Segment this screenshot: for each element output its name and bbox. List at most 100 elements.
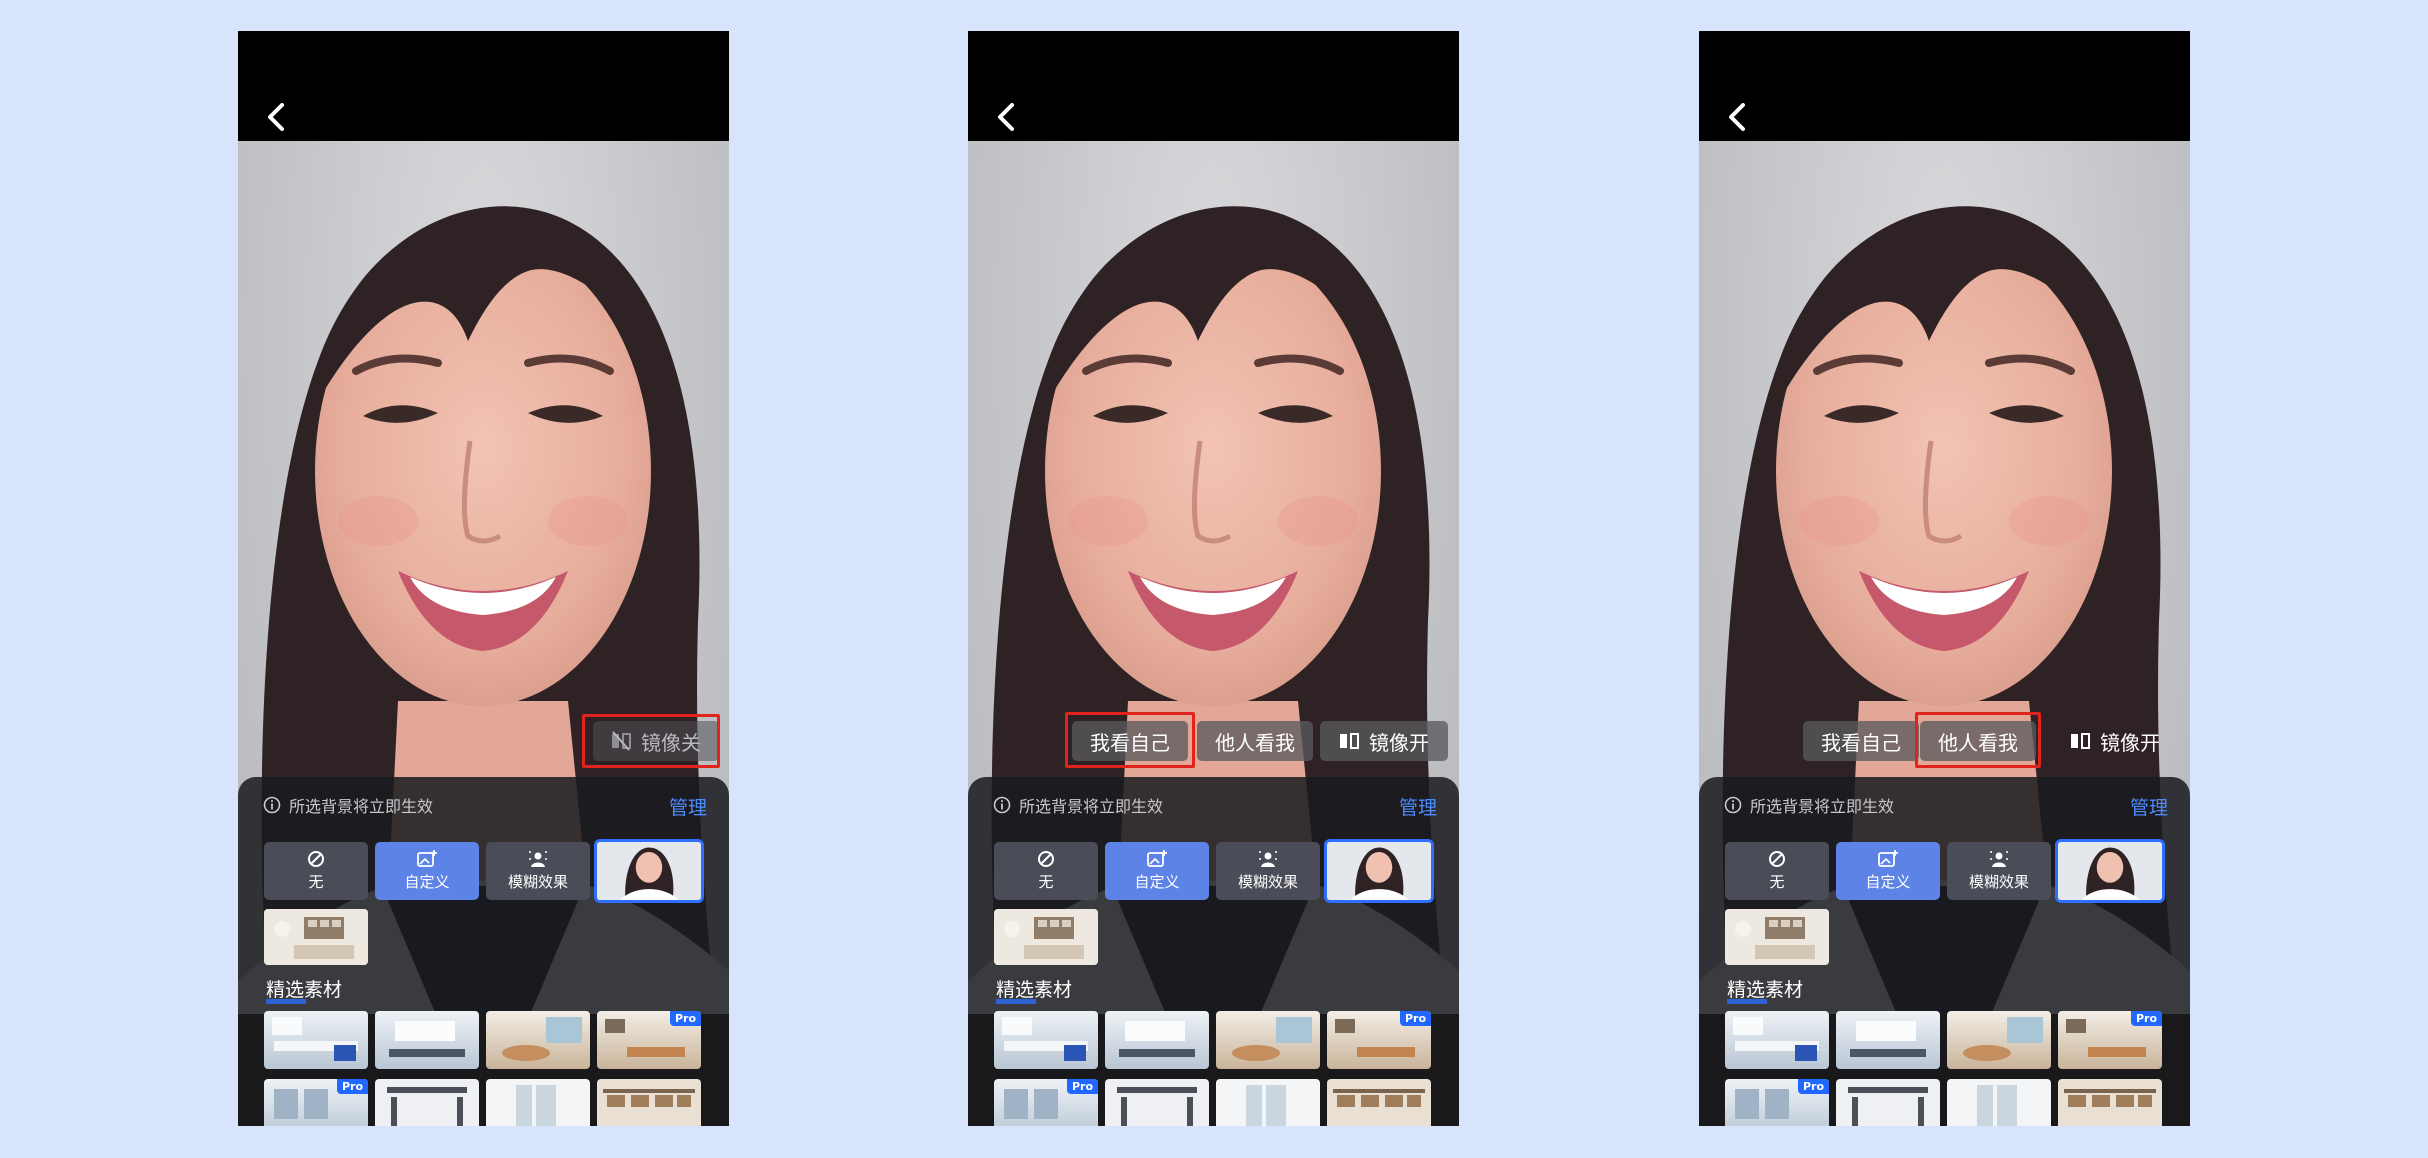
back-arrow-icon[interactable] bbox=[262, 99, 292, 135]
material-thumb[interactable]: Pro bbox=[1327, 1011, 1431, 1069]
info-icon bbox=[993, 796, 1011, 814]
material-thumb[interactable]: Pro bbox=[597, 1011, 701, 1069]
option-none-label: 无 bbox=[1769, 873, 1785, 891]
option-blur-label: 模糊效果 bbox=[1237, 873, 1298, 891]
material-thumb[interactable] bbox=[1725, 1011, 1829, 1069]
none-icon bbox=[1038, 851, 1054, 867]
option-blur[interactable]: 模糊效果 bbox=[1947, 842, 2051, 900]
option-none[interactable]: 无 bbox=[264, 842, 368, 900]
self-view-button[interactable]: 我看自己 bbox=[1072, 721, 1188, 761]
material-thumb[interactable] bbox=[1327, 1079, 1431, 1126]
back-arrow-icon[interactable] bbox=[1723, 99, 1753, 135]
background-thumb-selected[interactable] bbox=[1324, 839, 1434, 903]
add-image-icon bbox=[1147, 850, 1167, 867]
option-none[interactable]: 无 bbox=[1725, 842, 1829, 900]
info-icon bbox=[1724, 796, 1742, 814]
info-icon bbox=[263, 796, 281, 814]
material-thumb[interactable]: Pro bbox=[264, 1079, 368, 1126]
mirror-icon bbox=[612, 731, 631, 751]
option-blur[interactable]: 模糊效果 bbox=[1216, 842, 1320, 900]
blur-person-icon bbox=[1990, 851, 2008, 867]
add-image-icon bbox=[1878, 850, 1898, 867]
others-view-button[interactable]: 他人看我 bbox=[1920, 721, 2036, 761]
info-text: 所选背景将立即生效 bbox=[1019, 797, 1164, 816]
option-custom-label: 自定义 bbox=[404, 873, 450, 891]
phone-screen-others-view: 我看自己 他人看我 镜像开 所选背景将立即生效 管理 无 自定义 模糊效果 精选… bbox=[1699, 31, 2190, 1126]
option-none[interactable]: 无 bbox=[994, 842, 1098, 900]
pro-badge: Pro bbox=[336, 1079, 368, 1094]
option-blur-label: 模糊效果 bbox=[507, 873, 568, 891]
option-blur-label: 模糊效果 bbox=[1968, 873, 2029, 891]
material-thumb[interactable] bbox=[1216, 1079, 1320, 1126]
blur-person-icon bbox=[529, 851, 547, 867]
material-thumb[interactable] bbox=[1105, 1079, 1209, 1126]
mirror-icon bbox=[2071, 733, 2090, 749]
back-arrow-icon[interactable] bbox=[992, 99, 1022, 135]
info-text: 所选背景将立即生效 bbox=[289, 797, 434, 816]
material-thumb[interactable] bbox=[1836, 1011, 1940, 1069]
section-title-text: 精选素材 bbox=[1727, 979, 1804, 1001]
material-thumb[interactable]: Pro bbox=[994, 1079, 1098, 1126]
pro-badge: Pro bbox=[2130, 1011, 2162, 1026]
material-thumb[interactable] bbox=[264, 1011, 368, 1069]
pro-badge: Pro bbox=[1066, 1079, 1098, 1094]
none-icon bbox=[1769, 851, 1785, 867]
manage-link[interactable]: 管理 bbox=[2130, 793, 2168, 820]
mirror-label: 镜像关 bbox=[641, 730, 701, 755]
pro-badge: Pro bbox=[669, 1011, 701, 1026]
mirror-on-button[interactable]: 镜像开 bbox=[1320, 721, 1448, 761]
material-thumb[interactable]: Pro bbox=[2058, 1011, 2162, 1069]
mirror-icon bbox=[1340, 733, 1359, 749]
option-custom-label: 自定义 bbox=[1865, 873, 1911, 891]
material-thumb[interactable] bbox=[1836, 1079, 1940, 1126]
option-custom-label: 自定义 bbox=[1134, 873, 1180, 891]
section-title-featured: 精选素材 bbox=[1727, 975, 1804, 1004]
others-view-button[interactable]: 他人看我 bbox=[1197, 721, 1313, 761]
material-thumb[interactable] bbox=[597, 1079, 701, 1126]
mirror-on-button[interactable]: 镜像开 bbox=[2051, 721, 2179, 761]
mirror-label: 镜像开 bbox=[1369, 730, 1429, 755]
manage-link[interactable]: 管理 bbox=[669, 793, 707, 820]
add-image-icon bbox=[417, 850, 437, 867]
material-thumb[interactable]: Pro bbox=[1725, 1079, 1829, 1126]
background-panel: 所选背景将立即生效 管理 无 自定义 模糊效果 精选素材 Pro Pro bbox=[1699, 777, 2190, 1126]
option-none-label: 无 bbox=[308, 873, 324, 891]
material-thumb[interactable] bbox=[1947, 1079, 2051, 1126]
mirror-label: 镜像开 bbox=[2100, 730, 2160, 755]
material-thumb[interactable] bbox=[1105, 1011, 1209, 1069]
phone-screen-self-view: 我看自己 他人看我 镜像开 所选背景将立即生效 管理 无 自定义 模糊效果 精选… bbox=[968, 31, 1459, 1126]
material-thumb[interactable] bbox=[994, 1011, 1098, 1069]
material-thumb[interactable] bbox=[1947, 1011, 2051, 1069]
material-thumb[interactable] bbox=[375, 1079, 479, 1126]
background-thumb-selected[interactable] bbox=[2055, 839, 2165, 903]
info-row: 所选背景将立即生效 bbox=[263, 793, 433, 817]
background-panel: 所选背景将立即生效 管理 无 自定义 模糊效果 精选素材 Pro Pro bbox=[968, 777, 1459, 1126]
top-bar bbox=[238, 31, 729, 141]
option-none-label: 无 bbox=[1038, 873, 1054, 891]
top-bar bbox=[968, 31, 1459, 141]
option-custom[interactable]: 自定义 bbox=[375, 842, 479, 900]
option-blur[interactable]: 模糊效果 bbox=[486, 842, 590, 900]
background-panel: 所选背景将立即生效 管理 无 自定义 模糊效果 精选素材 Pro Pro bbox=[238, 777, 729, 1126]
phone-screen-mirror-off: 镜像关 所选背景将立即生效 管理 无 自定义 模糊效果 精选素材 Pro Pro bbox=[238, 31, 729, 1126]
material-thumb[interactable] bbox=[375, 1011, 479, 1069]
background-thumb-room[interactable] bbox=[1725, 909, 1829, 965]
background-thumb-room[interactable] bbox=[264, 909, 368, 965]
option-custom[interactable]: 自定义 bbox=[1105, 842, 1209, 900]
background-thumb-room[interactable] bbox=[994, 909, 1098, 965]
option-custom[interactable]: 自定义 bbox=[1836, 842, 1940, 900]
none-icon bbox=[308, 851, 324, 867]
manage-link[interactable]: 管理 bbox=[1399, 793, 1437, 820]
material-thumb[interactable] bbox=[1216, 1011, 1320, 1069]
info-text: 所选背景将立即生效 bbox=[1750, 797, 1895, 816]
mirror-off-button[interactable]: 镜像关 bbox=[593, 721, 719, 761]
material-thumb[interactable] bbox=[486, 1079, 590, 1126]
self-view-button[interactable]: 我看自己 bbox=[1803, 721, 1919, 761]
background-thumb-selected[interactable] bbox=[594, 839, 704, 903]
info-row: 所选背景将立即生效 bbox=[993, 793, 1163, 817]
material-thumb[interactable] bbox=[486, 1011, 590, 1069]
blur-person-icon bbox=[1259, 851, 1277, 867]
top-bar bbox=[1699, 31, 2190, 141]
pro-badge: Pro bbox=[1399, 1011, 1431, 1026]
material-thumb[interactable] bbox=[2058, 1079, 2162, 1126]
